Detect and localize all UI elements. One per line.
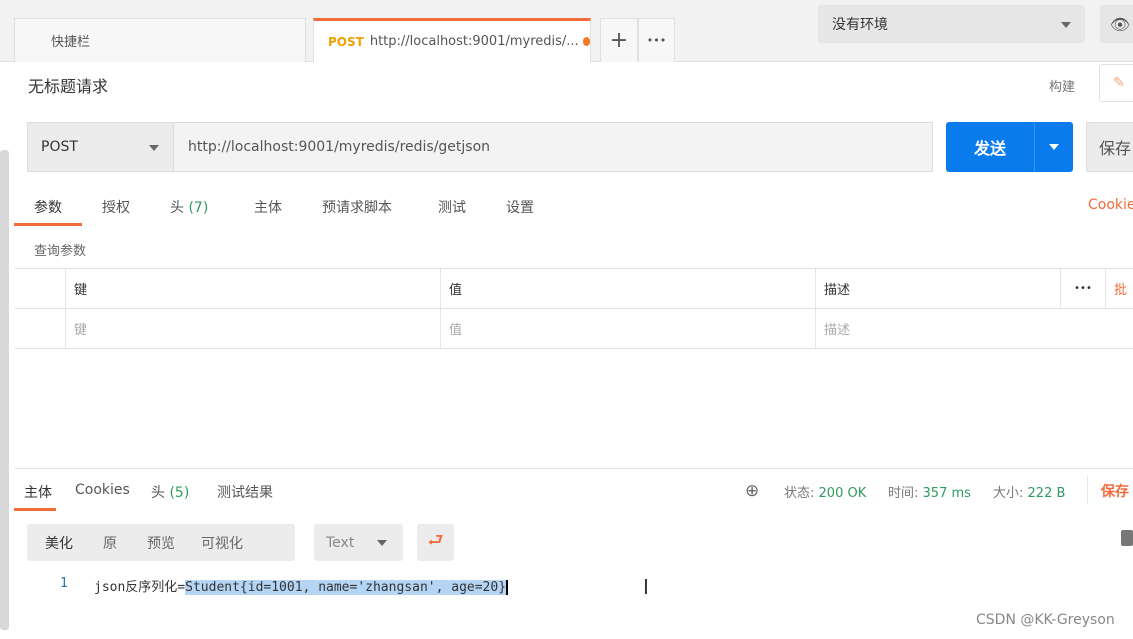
line-prefix: json反序列化= <box>94 580 186 595</box>
status-value: 200 OK <box>818 486 867 501</box>
request-title[interactable]: 无标题请求 <box>28 73 108 97</box>
resp-tab-tests[interactable]: 测试结果 <box>217 482 273 502</box>
selected-text: Student{id=1001, name='zhangsan', age=20… <box>185 580 509 595</box>
table-row: 键 值 描述 <box>14 309 1133 349</box>
globe-icon[interactable]: ⊕ <box>745 481 759 501</box>
bulk-edit-link[interactable]: 批 <box>1105 269 1133 308</box>
send-options-button[interactable] <box>1034 122 1073 172</box>
divider <box>1087 476 1088 504</box>
chevron-down-icon <box>1049 144 1059 150</box>
tab-request[interactable]: POST http://localhost:9001/myredis/... <box>313 18 591 62</box>
method-select[interactable]: POST <box>27 122 174 172</box>
active-tab-indicator <box>14 508 56 511</box>
scrollbar[interactable] <box>0 150 9 630</box>
tab-settings[interactable]: 设置 <box>506 197 534 217</box>
value-input[interactable]: 值 <box>440 309 815 348</box>
send-button[interactable]: 发送 <box>946 122 1034 172</box>
copy-icon[interactable] <box>1121 530 1133 546</box>
build-button[interactable]: 构建 <box>1049 76 1075 95</box>
more-icon[interactable]: ••• <box>1060 269 1105 308</box>
tab-params[interactable]: 参数 <box>34 197 62 217</box>
status: 状态: 200 OK <box>784 482 866 501</box>
tab-method: POST <box>328 34 364 49</box>
tab-quick[interactable]: 快捷栏 <box>14 18 306 62</box>
tab-url: http://localhost:9001/myredis/... <box>369 34 579 49</box>
url-input[interactable]: http://localhost:9001/myredis/redis/getj… <box>173 122 933 172</box>
save-button[interactable]: 保存 <box>1086 122 1133 172</box>
line-number: 1 <box>60 576 68 591</box>
format-select[interactable]: Text <box>314 524 403 561</box>
col-description: 描述 <box>815 269 1060 308</box>
eye-icon: 👁 <box>1109 14 1131 34</box>
tab-headers[interactable]: 头 (7) <box>170 197 208 217</box>
view-preview[interactable]: 预览 <box>147 533 175 553</box>
format-label: Text <box>326 534 355 551</box>
tab-body[interactable]: 主体 <box>254 197 282 217</box>
tab-prerequest[interactable]: 预请求脚本 <box>322 197 392 217</box>
save-response-button[interactable]: 保存 <box>1101 481 1129 501</box>
text-cursor-icon: I <box>643 575 649 599</box>
cookies-link[interactable]: Cookie <box>1088 197 1133 213</box>
unsaved-dot-icon <box>582 37 590 46</box>
tab-tests[interactable]: 测试 <box>438 197 466 217</box>
size: 大小: 222 B <box>993 482 1065 501</box>
view-raw[interactable]: 原 <box>103 533 117 553</box>
view-pretty[interactable]: 美化 <box>45 533 73 553</box>
time-label: 时间: <box>888 486 919 501</box>
params-table: 键 值 描述 ••• 批 键 值 描述 <box>14 268 1133 349</box>
environment-label: 没有环境 <box>832 17 888 33</box>
view-mode-group: 美化 原 预览 可视化 <box>27 524 295 561</box>
response-body[interactable]: json反序列化=Student{id=1001, name='zhangsan… <box>94 576 509 595</box>
wrap-lines-button[interactable]: ⮐ <box>417 524 454 561</box>
method-label: POST <box>41 139 78 155</box>
status-label: 状态: <box>784 486 815 501</box>
divider <box>14 468 1133 469</box>
edit-button[interactable]: ✎ <box>1099 64 1133 102</box>
table-header: 键 值 描述 ••• 批 <box>14 269 1133 309</box>
header-count: (7) <box>188 200 209 216</box>
col-value: 值 <box>440 269 815 308</box>
chevron-down-icon <box>1061 22 1071 28</box>
pencil-icon: ✎ <box>1113 75 1125 91</box>
environment-select[interactable]: 没有环境 <box>818 5 1085 43</box>
tab-more-button[interactable]: ••• <box>638 18 675 62</box>
header-count: (5) <box>169 485 190 501</box>
size-label: 大小: <box>993 486 1024 501</box>
time: 时间: 357 ms <box>888 482 971 501</box>
more-icon: ••• <box>646 34 667 47</box>
new-tab-button[interactable]: + <box>600 18 638 62</box>
resp-tab-cookies[interactable]: Cookies <box>75 482 130 498</box>
active-tab-indicator <box>14 223 82 226</box>
resp-tab-headers[interactable]: 头 (5) <box>151 482 189 502</box>
resp-tab-body[interactable]: 主体 <box>24 482 52 502</box>
plus-icon: + <box>609 28 629 53</box>
watermark: CSDN @KK-Greyson <box>976 612 1115 628</box>
query-params-heading: 查询参数 <box>34 244 87 259</box>
key-input[interactable]: 键 <box>65 309 440 348</box>
tab-label: 头 <box>170 200 184 216</box>
chevron-down-icon <box>377 540 387 546</box>
tab-label: 快捷栏 <box>51 35 91 50</box>
description-input[interactable]: 描述 <box>815 309 1133 348</box>
view-visualize[interactable]: 可视化 <box>201 533 243 553</box>
size-value: 222 B <box>1027 486 1066 501</box>
time-value: 357 ms <box>922 486 971 501</box>
chevron-down-icon <box>149 145 159 151</box>
tab-auth[interactable]: 授权 <box>102 197 130 217</box>
eye-button[interactable]: 👁 <box>1100 5 1133 43</box>
wrap-icon: ⮐ <box>427 529 444 551</box>
col-key: 键 <box>65 269 440 308</box>
tab-label: 头 <box>151 485 165 501</box>
